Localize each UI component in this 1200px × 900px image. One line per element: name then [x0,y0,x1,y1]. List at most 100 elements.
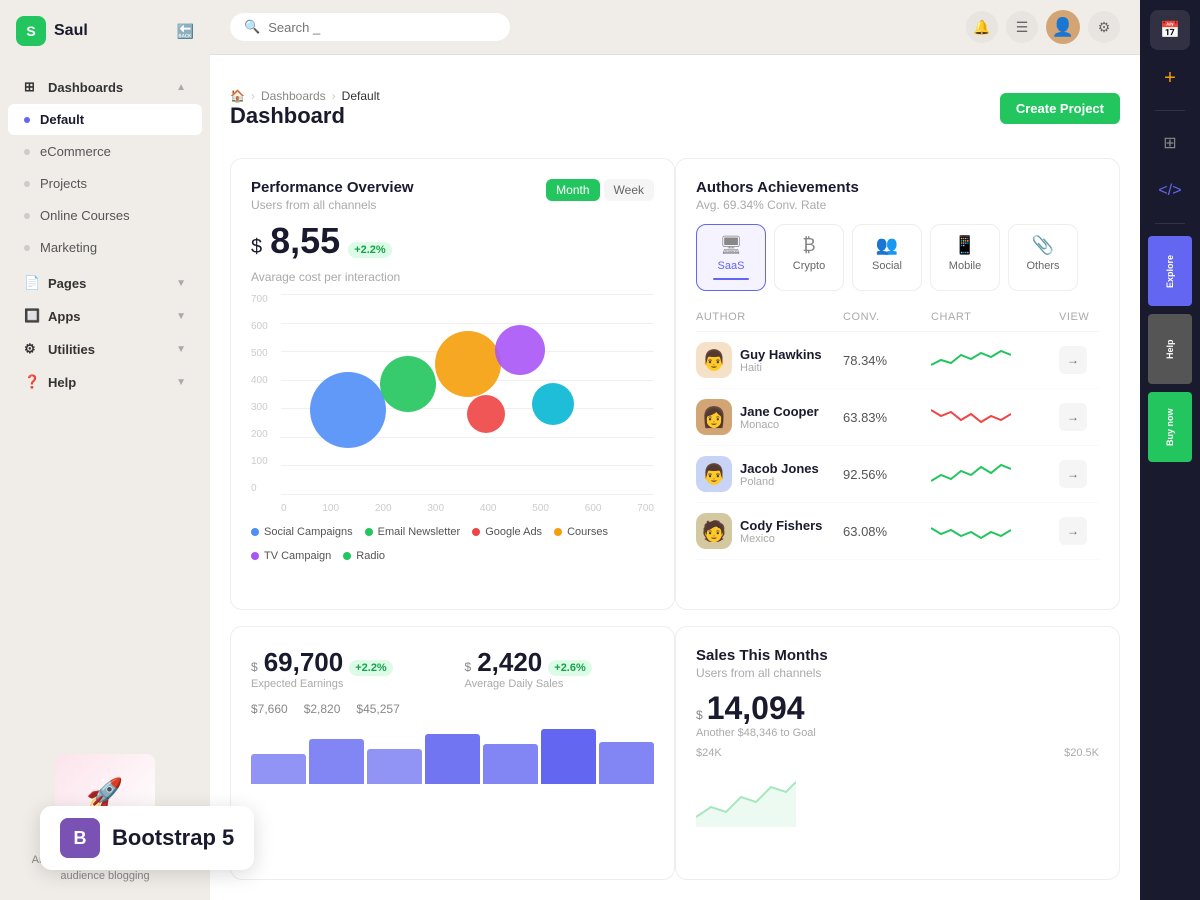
others-icon: 📎 [1032,235,1054,256]
right-panel: 📅 + ⊞ </> Explore Help Buy now [1140,0,1200,900]
crypto-icon: ₿ [802,235,815,256]
sales-goal-label: Another $48,346 to Goal [696,727,1099,739]
breadcrumb-parent[interactable]: Dashboards [261,89,326,103]
help-button[interactable]: Help [1148,314,1192,384]
buy-now-button[interactable]: Buy now [1148,392,1192,462]
author-country-4: Mexico [740,533,822,545]
search-box[interactable]: 🔍 [230,13,510,41]
sales-month-card: Sales This Months Users from all channel… [675,626,1120,880]
author-info-2: 👩 Jane Cooper Monaco [696,399,835,435]
rp-divider-1 [1155,110,1185,111]
legend-radio: Radio [343,550,385,562]
view-btn-2[interactable]: → [1059,403,1087,431]
breadcrumb-home[interactable]: 🏠 [230,89,245,103]
metric-label: Avarage cost per interaction [251,270,654,284]
sidebar-nav: ⊞ Dashboards ▲ Default eCommerce Project… [0,62,210,730]
bubble-chart: 7006005004003002001000 [251,294,654,514]
topbar-settings-icon[interactable]: ⚙ [1088,11,1120,43]
social-label: Social [872,260,902,272]
help-arrow: ▼ [176,377,186,388]
bootstrap-logo: B [60,818,100,858]
rp-grid-icon[interactable]: ⊞ [1150,123,1190,163]
view-btn-4[interactable]: → [1059,517,1087,545]
utilities-icon: ⚙ [24,341,40,357]
sparkline-4 [931,516,1051,546]
mobile-icon: 📱 [954,235,976,256]
view-btn-1[interactable]: → [1059,346,1087,374]
bootstrap-badge: B Bootstrap 5 [40,806,254,870]
bubble-social [310,372,386,448]
main: 🔍 🔔 ☰ 👤 ⚙ 🏠 › Dashboards › Default Dashb… [210,0,1140,900]
sidebar-item-marketing[interactable]: Marketing [8,232,202,263]
author-name-1: Guy Hawkins [740,347,822,362]
view-btn-3[interactable]: → [1059,460,1087,488]
sidebar-item-default[interactable]: Default [8,104,202,135]
topbar-notification-icon[interactable]: 🔔 [966,11,998,43]
cat-tab-others[interactable]: 📎 Others [1008,224,1078,291]
metric-value-row: $ 8,55 +2.2% [251,220,654,262]
explore-button[interactable]: Explore [1148,236,1192,306]
authors-table: AUTHOR CONV. CHART VIEW 👨 Guy Hawkins Ha… [696,303,1099,560]
sidebar-item-apps[interactable]: 🔲 Apps ▼ [8,300,202,332]
pages-label: Pages [48,276,86,291]
toggle-month-button[interactable]: Month [546,179,599,201]
ecommerce-dot [24,149,30,155]
search-input[interactable] [268,20,496,35]
rp-calendar-icon[interactable]: 📅 [1150,10,1190,50]
value-1: $7,660 [251,702,288,716]
pages-arrow: ▼ [176,278,186,289]
sidebar-item-help[interactable]: ❓ Help ▼ [8,366,202,398]
rp-code-icon[interactable]: </> [1150,171,1190,211]
cat-tab-social[interactable]: 👥 Social [852,224,922,291]
sales-chart-preview [696,767,796,827]
topbar-menu-icon[interactable]: ☰ [1006,11,1038,43]
bar-2 [309,739,364,784]
bubble-google [467,395,505,433]
sidebar-item-projects[interactable]: Projects [8,168,202,199]
rp-divider-2 [1155,223,1185,224]
col-conv: CONV. [843,311,923,323]
pages-icon: 📄 [24,275,40,291]
bar-3 [367,749,422,784]
avatar-2: 👩 [696,399,732,435]
create-project-button[interactable]: Create Project [1000,93,1120,124]
default-label: Default [40,112,84,127]
conv-rate-1: 78.34% [843,353,923,368]
author-country-2: Monaco [740,419,819,431]
sidebar-item-ecommerce[interactable]: eCommerce [8,136,202,167]
topbar-avatar[interactable]: 👤 [1046,10,1080,44]
cat-tab-mobile[interactable]: 📱 Mobile [930,224,1000,291]
app-name: Saul [54,22,88,40]
sidebar-item-utilities[interactable]: ⚙ Utilities ▼ [8,333,202,365]
legend-tv-campaign: TV Campaign [251,550,331,562]
breadcrumb-current: Default [342,89,380,103]
apps-arrow: ▼ [176,311,186,322]
sidebar-item-online-courses[interactable]: Online Courses [8,200,202,231]
conv-rate-4: 63.08% [843,524,923,539]
utilities-label: Utilities [48,342,95,357]
authors-subtitle: Avg. 69.34% Conv. Rate [696,198,859,212]
x-axis-labels: 0100200300400500600700 [281,503,654,514]
author-country-3: Poland [740,476,819,488]
cat-tab-crypto[interactable]: ₿ Crypto [774,224,844,291]
sidebar-item-dashboards[interactable]: ⊞ Dashboards ▲ [8,71,202,103]
value-3: $45,257 [356,702,399,716]
sidebar-item-pages[interactable]: 📄 Pages ▼ [8,267,202,299]
value-2: $2,820 [304,702,341,716]
chart-area [281,294,654,494]
back-icon[interactable]: 🔙 [177,23,194,40]
cat-tab-saas[interactable]: 🖥 SaaS [696,224,766,291]
table-row: 👩 Jane Cooper Monaco 63.83% → [696,389,1099,446]
crypto-label: Crypto [793,260,825,272]
sales-y2: $20.5K [1064,747,1099,759]
mobile-label: Mobile [949,260,981,272]
metric-number: 8,55 [270,220,340,262]
avatar-1: 👨 [696,342,732,378]
rp-add-icon[interactable]: + [1150,58,1190,98]
bar-6 [541,729,596,784]
toggle-week-button[interactable]: Week [604,179,654,201]
legend-courses: Courses [554,526,608,538]
projects-dot [24,181,30,187]
author-name-2: Jane Cooper [740,404,819,419]
sidebar: S Saul 🔙 ⊞ Dashboards ▲ Default eCommerc… [0,0,210,900]
